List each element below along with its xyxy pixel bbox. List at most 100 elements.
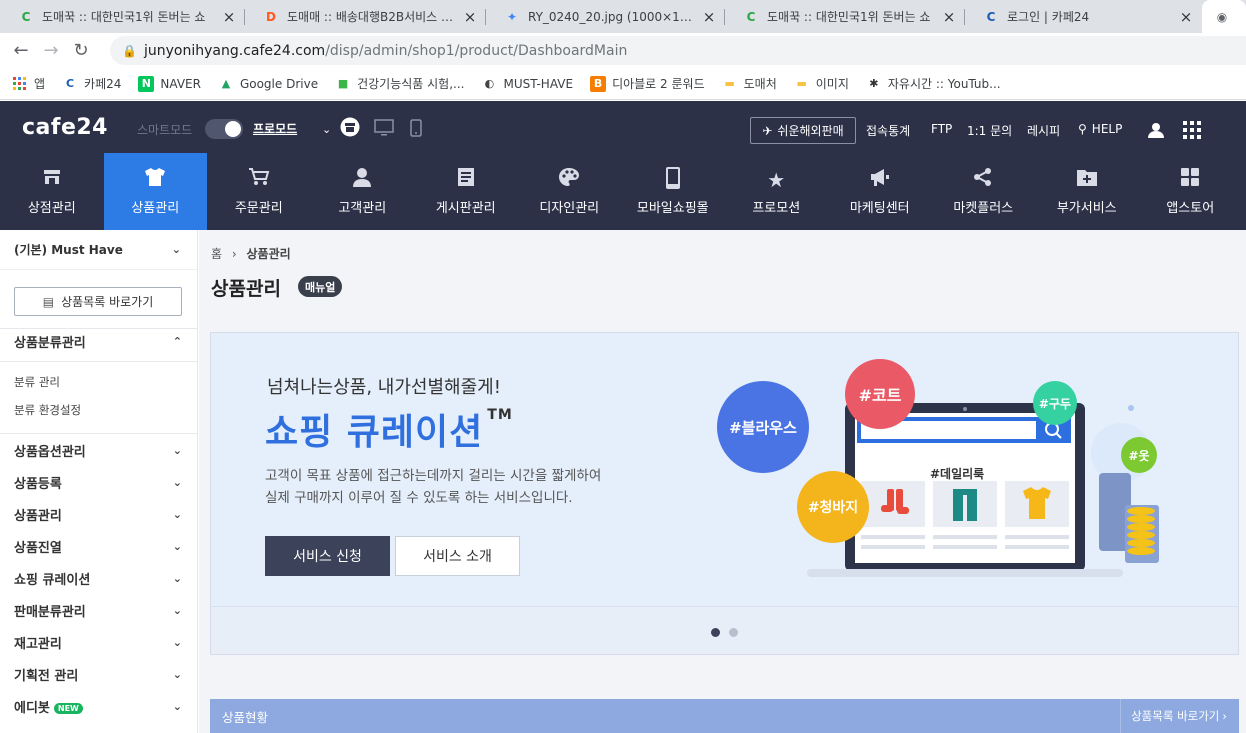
- sidebar-item-category-settings[interactable]: 분류 환경설정: [0, 396, 197, 424]
- sidebar-group-label: 쇼핑 큐레이션: [14, 572, 91, 588]
- banner-desc-line-1: 고객이 목표 상품에 접근하는데까지 걸리는 시간을 짧게하여: [265, 468, 602, 484]
- menu-mobile-shop[interactable]: 모바일쇼핑몰: [621, 153, 725, 230]
- menu-order-management[interactable]: 주문관리: [207, 153, 311, 230]
- help-link[interactable]: ⚲ HELP: [1078, 122, 1122, 136]
- chevron-up-icon: ⌃: [172, 334, 182, 348]
- sidebar-group-product-display[interactable]: 상품진열 ⌄: [0, 530, 197, 562]
- megaphone-icon: [869, 167, 891, 193]
- shop-selector[interactable]: (기본) Must Have ⌄: [0, 230, 197, 270]
- sidebar-group-product-options[interactable]: 상품옵션관리 ⌄: [0, 434, 197, 466]
- user-account-icon[interactable]: [1147, 121, 1165, 143]
- bookmark-label: Google Drive: [239, 76, 319, 91]
- mode-toggle[interactable]: [205, 119, 243, 139]
- sidebar-group-shopping-curation[interactable]: 쇼핑 큐레이션 ⌄: [0, 562, 197, 594]
- cafe24-favicon-icon: C: [986, 9, 996, 24]
- menu-market-plus[interactable]: 마켓플러스: [932, 153, 1036, 230]
- breadcrumb-home[interactable]: 홈: [211, 247, 222, 261]
- menu-app-store[interactable]: 앱스토어: [1139, 153, 1243, 230]
- menu-product-management[interactable]: 상품관리: [103, 153, 207, 230]
- product-list-shortcut-button[interactable]: ▤ 상품목록 바로가기: [14, 287, 182, 316]
- bookmark-health[interactable]: ■ 건강기능식품 시험,...: [335, 75, 465, 92]
- close-tab-icon[interactable]: ×: [221, 8, 237, 26]
- back-arrow-icon[interactable]: ←: [6, 36, 36, 66]
- cafe24-logo[interactable]: cafe24: [22, 115, 108, 140]
- ftp-link[interactable]: FTP: [931, 122, 952, 136]
- sidebar-group-edibot[interactable]: 에디봇 NEW ⌄: [0, 690, 197, 722]
- manual-badge[interactable]: 매뉴얼: [298, 276, 343, 297]
- close-tab-icon[interactable]: ×: [1178, 8, 1194, 26]
- sidebar-group-product-registration[interactable]: 상품등록 ⌄: [0, 466, 197, 498]
- desktop-preview-icon[interactable]: [374, 119, 394, 141]
- bookmark-folder-image[interactable]: ▬ 이미지: [794, 75, 849, 92]
- access-stats-link[interactable]: 접속통계: [866, 122, 910, 139]
- recipe-link[interactable]: 레시피: [1027, 122, 1060, 139]
- bookmark-diablo[interactable]: B 디아블로 2 룬워드: [590, 75, 705, 92]
- bookmark-apps[interactable]: 앱: [12, 75, 45, 92]
- browser-tab-2[interactable]: D 도매매 :: 배송대행B2B서비스 – 쇼 ×: [245, 0, 486, 33]
- app-grid-icon[interactable]: [1183, 121, 1201, 143]
- mobile-preview-icon[interactable]: [410, 119, 422, 141]
- browser-tab-3[interactable]: ✦ RY_0240_20.jpg (1000×1400) ×: [486, 0, 725, 33]
- close-tab-icon[interactable]: ×: [462, 8, 478, 26]
- folder-icon: ▬: [724, 77, 735, 90]
- product-list-shortcut-link[interactable]: 상품목록 바로가기 ›: [1120, 699, 1227, 733]
- forward-arrow-icon[interactable]: →: [36, 36, 66, 66]
- curation-banner: 넘쳐나는상품, 내가선별해줄게! 쇼핑 큐레이션 TM 고객이 목표 상품에 접근…: [210, 332, 1239, 655]
- menu-additional-services[interactable]: 부가서비스: [1035, 153, 1139, 230]
- menu-design-management[interactable]: 디자인관리: [518, 153, 622, 230]
- menu-label: 상품관리: [131, 201, 180, 216]
- naver-icon: N: [138, 75, 155, 92]
- grid-icon: [1180, 167, 1200, 193]
- address-bar[interactable]: 🔒 junyonihyang.cafe24.com/disp/admin/sho…: [110, 36, 1246, 65]
- tab-title: 도매꾹 :: 대한민국1위 돈버는 쇼: [767, 10, 931, 24]
- bookmark-youtube[interactable]: ✱ 자유시간 :: YouTub...: [866, 75, 1000, 92]
- sidebar-group-inventory[interactable]: 재고관리 ⌄: [0, 626, 197, 658]
- sidebar-group-sales-category[interactable]: 판매분류관리 ⌄: [0, 594, 197, 626]
- service-intro-button[interactable]: 서비스 소개: [395, 536, 520, 576]
- menu-label: 마켓플러스: [953, 201, 1014, 216]
- easy-overseas-sales-button[interactable]: ✈ 쉬운해외판매: [750, 117, 856, 144]
- globe-icon: ◐: [484, 77, 495, 90]
- chevron-right-icon: ›: [1222, 709, 1227, 723]
- menu-customer-management[interactable]: 고객관리: [311, 153, 415, 230]
- reload-icon[interactable]: ↻: [66, 36, 96, 66]
- bookmark-google-drive[interactable]: ▲ Google Drive: [218, 76, 318, 92]
- sidebar-group-exhibition[interactable]: 기획전 관리 ⌄: [0, 658, 197, 690]
- shop-front-icon[interactable]: [340, 117, 360, 141]
- carousel-dot-active[interactable]: [711, 628, 720, 637]
- browser-tab-1[interactable]: C 도매꾹 :: 대한민국1위 돈버는 쇼 ×: [0, 0, 245, 33]
- bookmark-cafe24[interactable]: C 카페24: [62, 75, 121, 92]
- menu-promotion[interactable]: ★ 프로모션: [725, 153, 829, 230]
- sidebar-item-category-management[interactable]: 분류 관리: [0, 368, 197, 396]
- close-tab-icon[interactable]: ×: [701, 8, 717, 26]
- banner-title-text: 쇼핑 큐레이션: [265, 412, 484, 453]
- panel-title: 상품현황: [222, 709, 269, 725]
- service-apply-button[interactable]: 서비스 신청: [265, 536, 390, 576]
- chevron-down-icon[interactable]: ⌄: [322, 123, 331, 136]
- bookmark-naver[interactable]: N NAVER: [138, 75, 201, 92]
- inquiry-link[interactable]: 1:1 문의: [967, 122, 1012, 139]
- menu-label: 부가서비스: [1056, 201, 1117, 216]
- breadcrumb: 홈 › 상품관리: [211, 245, 291, 262]
- chevron-right-icon: ›: [231, 247, 237, 261]
- bookmark-label: NAVER: [160, 76, 201, 91]
- chevron-down-icon: ⌄: [171, 243, 181, 256]
- menu-board-management[interactable]: 게시판관리: [414, 153, 518, 230]
- menu-store-management[interactable]: 상점관리: [0, 153, 104, 230]
- browser-tab-5[interactable]: C 로그인 | 카페24 ×: [965, 0, 1202, 33]
- sidebar-group-label: 상품분류관리: [14, 335, 86, 351]
- close-tab-icon[interactable]: ×: [941, 8, 957, 26]
- sidebar-group-label: 재고관리: [14, 636, 62, 652]
- browser-tab-4[interactable]: C 도매꾹 :: 대한민국1위 돈버는 쇼 ×: [725, 0, 965, 33]
- globe-favicon-icon: ◉: [1216, 9, 1228, 24]
- carousel-dot[interactable]: [729, 628, 738, 637]
- chevron-down-icon: ⌄: [172, 603, 182, 617]
- share-icon: [973, 167, 993, 193]
- sidebar-group-category-management[interactable]: 상품분류관리 ⌃: [0, 325, 197, 357]
- bookmark-must-have[interactable]: ◐ MUST-HAVE: [481, 76, 573, 92]
- menu-marketing-center[interactable]: 마케팅센터: [828, 153, 932, 230]
- browser-tab-active[interactable]: ◉ Ca: [1202, 0, 1246, 33]
- bookmark-label: 도매처: [743, 77, 777, 91]
- sidebar-group-product-management[interactable]: 상품관리 ⌄: [0, 498, 197, 530]
- bookmark-folder-domaecheo[interactable]: ▬ 도매처: [722, 75, 777, 92]
